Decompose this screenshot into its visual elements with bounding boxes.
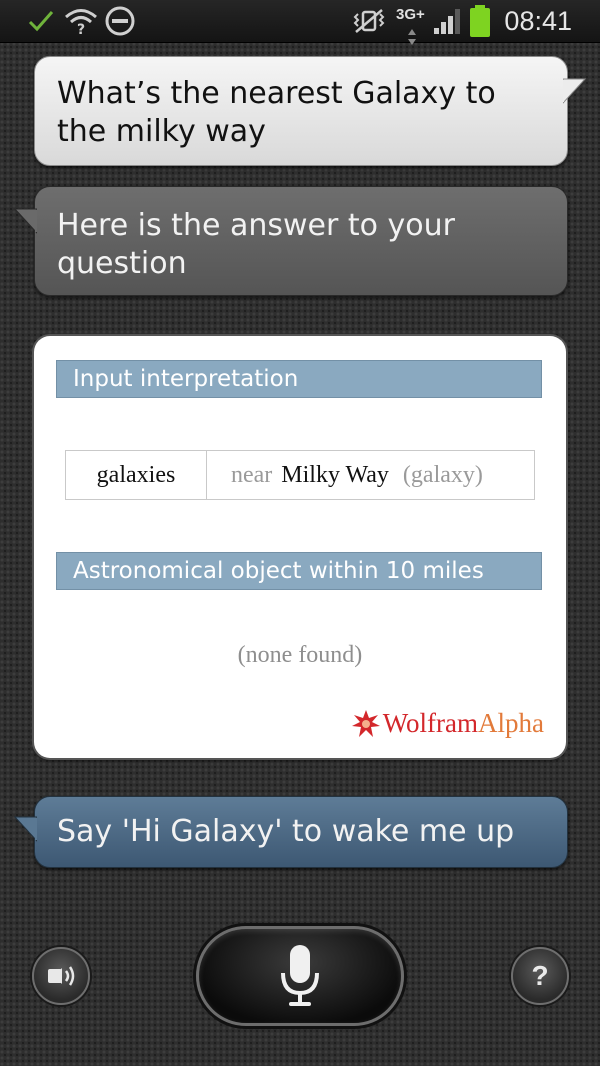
pod-result-none-found: (none found) [237,642,363,668]
help-icon: ? [531,960,549,991]
pod-title-astronomical-object: Astronomical object within 10 miles [56,552,542,590]
interp-type: (galaxy) [402,461,483,488]
interp-detail-cell: near Milky Way (galaxy) [207,451,534,499]
wolfram-alpha-logo[interactable]: WolframAlpha [351,708,544,739]
wake-hint-bubble: Say 'Hi Galaxy' to wake me up [13,796,568,868]
wifi-question-icon: ? [64,0,98,42]
vibrate-icon [352,0,386,42]
data-arrows-icon [404,8,420,50]
bubble-tail [13,208,37,234]
speaker-button[interactable] [32,947,90,1005]
microphone-icon [281,945,319,1006]
clock: 08:41 [504,6,572,36]
battery-icon [468,0,492,42]
signal-icon [432,0,464,42]
user-query-bubble: What’s the nearest Galaxy to the milky w… [34,56,587,166]
wake-hint-text: Say 'Hi Galaxy' to wake me up [57,814,515,849]
microphone-button[interactable] [196,926,404,1026]
bubble-tail [13,816,37,842]
wolfram-alpha-wordmark: WolframAlpha [382,708,544,738]
speaker-icon [48,966,75,986]
bubble-tail [563,78,587,104]
interp-term-cell: galaxies [66,451,207,499]
input-interpretation-table: galaxies near Milky Way (galaxy) [65,450,535,500]
interp-near: near [231,461,273,488]
help-button[interactable]: ? [511,947,569,1005]
check-icon [26,0,56,42]
svg-text:?: ? [77,22,85,36]
assistant-reply-bubble: Here is the answer to your question [13,186,568,296]
assistant-reply-text: Here is the answer to your question [57,208,455,281]
user-query-text: What’s the nearest Galaxy to the milky w… [57,76,496,149]
status-bar: ? 3G+ 08:41 [0,0,600,45]
wolfram-result-card[interactable]: Input interpretation galaxies near Milky… [34,336,566,758]
pod-title-input-interpretation: Input interpretation [56,360,542,398]
wolfram-star-icon [351,709,380,737]
interp-object: Milky Way [281,461,389,488]
do-not-disturb-icon [104,0,136,42]
